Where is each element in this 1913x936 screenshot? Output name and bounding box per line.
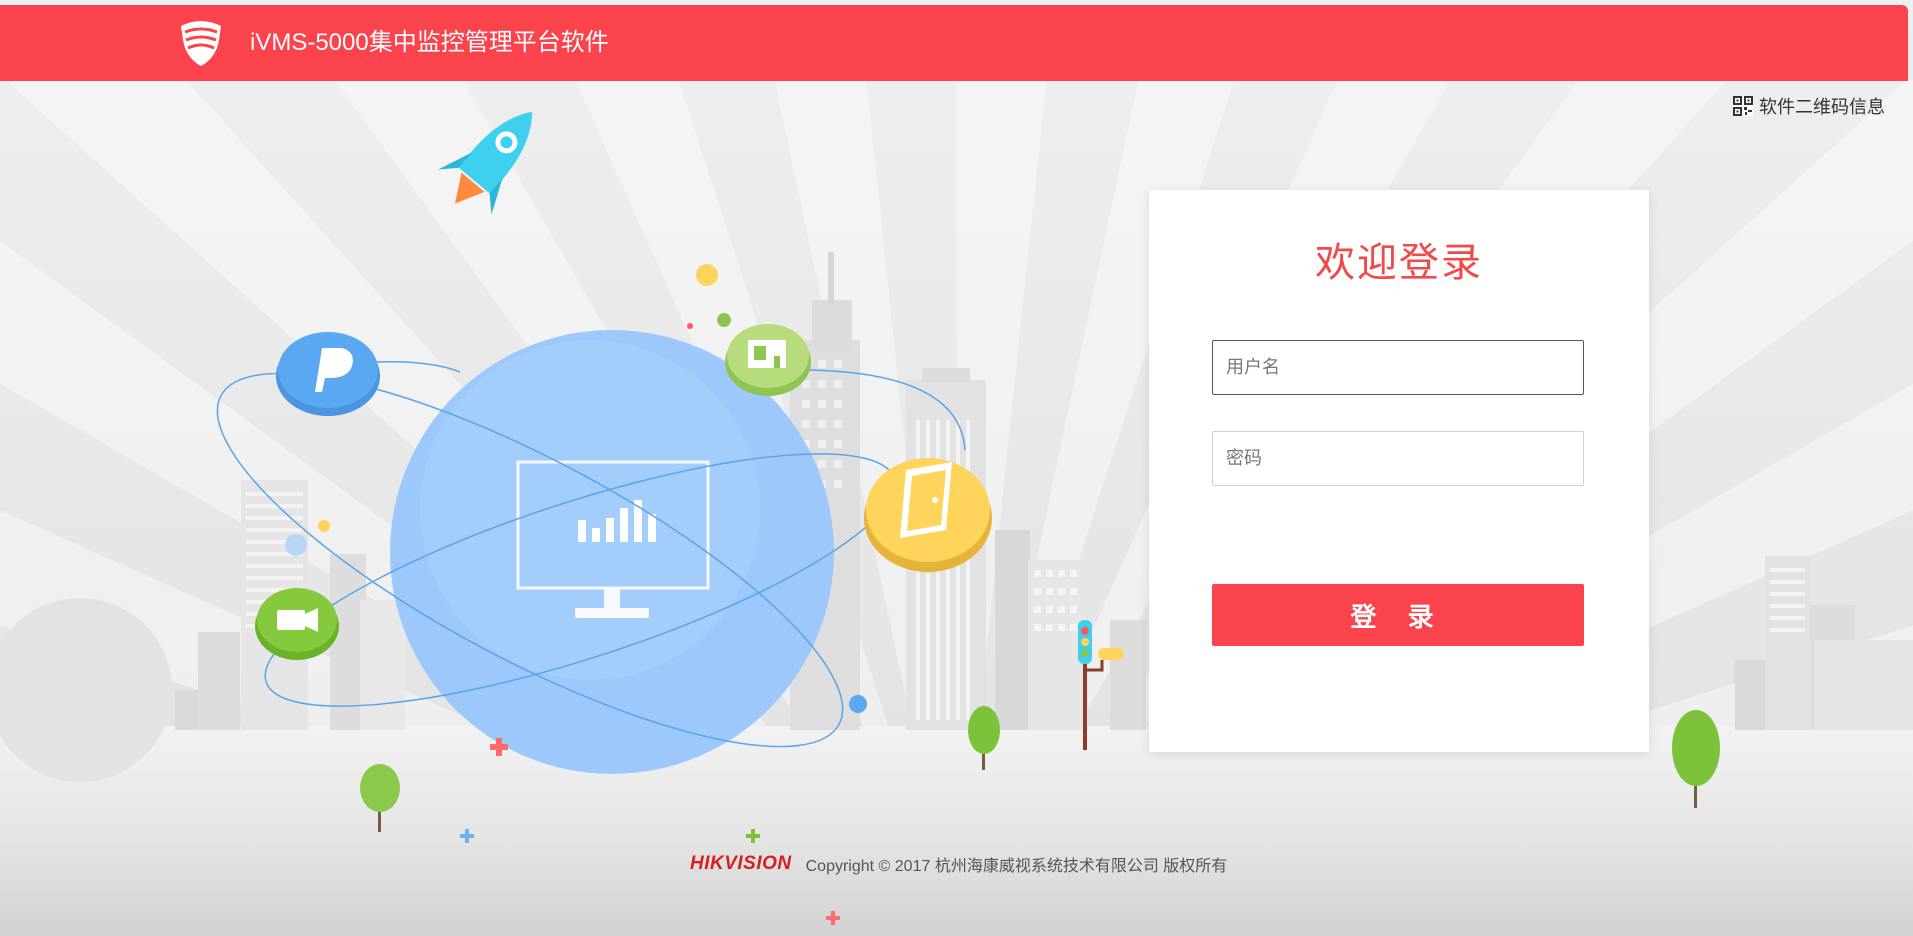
login-page: iVMS-5000集中监控管理平台软件 软件二维码信息 欢迎登录 用户名 登 录… <box>0 0 1913 936</box>
camera-icon <box>255 588 339 660</box>
footer: HIKVISION Copyright © 2017 杭州海康威视系统技术有限公… <box>690 852 1227 876</box>
header-bar: iVMS-5000集中监控管理平台软件 <box>0 5 1908 81</box>
username-input[interactable] <box>1212 340 1584 395</box>
rocket-icon <box>437 111 533 215</box>
copyright-text: Copyright © 2017 杭州海康威视系统技术有限公司 版权所有 <box>805 858 1228 875</box>
password-input[interactable] <box>1212 431 1584 486</box>
parking-icon <box>276 332 380 416</box>
login-card: 欢迎登录 登 录 <box>1149 190 1649 752</box>
login-heading: 欢迎登录 <box>1315 241 1483 285</box>
presentation-icon <box>725 324 811 396</box>
hikvision-shield-logo <box>181 21 221 66</box>
door-icon <box>864 458 992 572</box>
login-button[interactable]: 登 录 <box>1212 584 1584 646</box>
app-title: iVMS-5000集中监控管理平台软件 <box>250 29 609 56</box>
hikvision-brand-logo: HIKVISION <box>690 853 792 874</box>
